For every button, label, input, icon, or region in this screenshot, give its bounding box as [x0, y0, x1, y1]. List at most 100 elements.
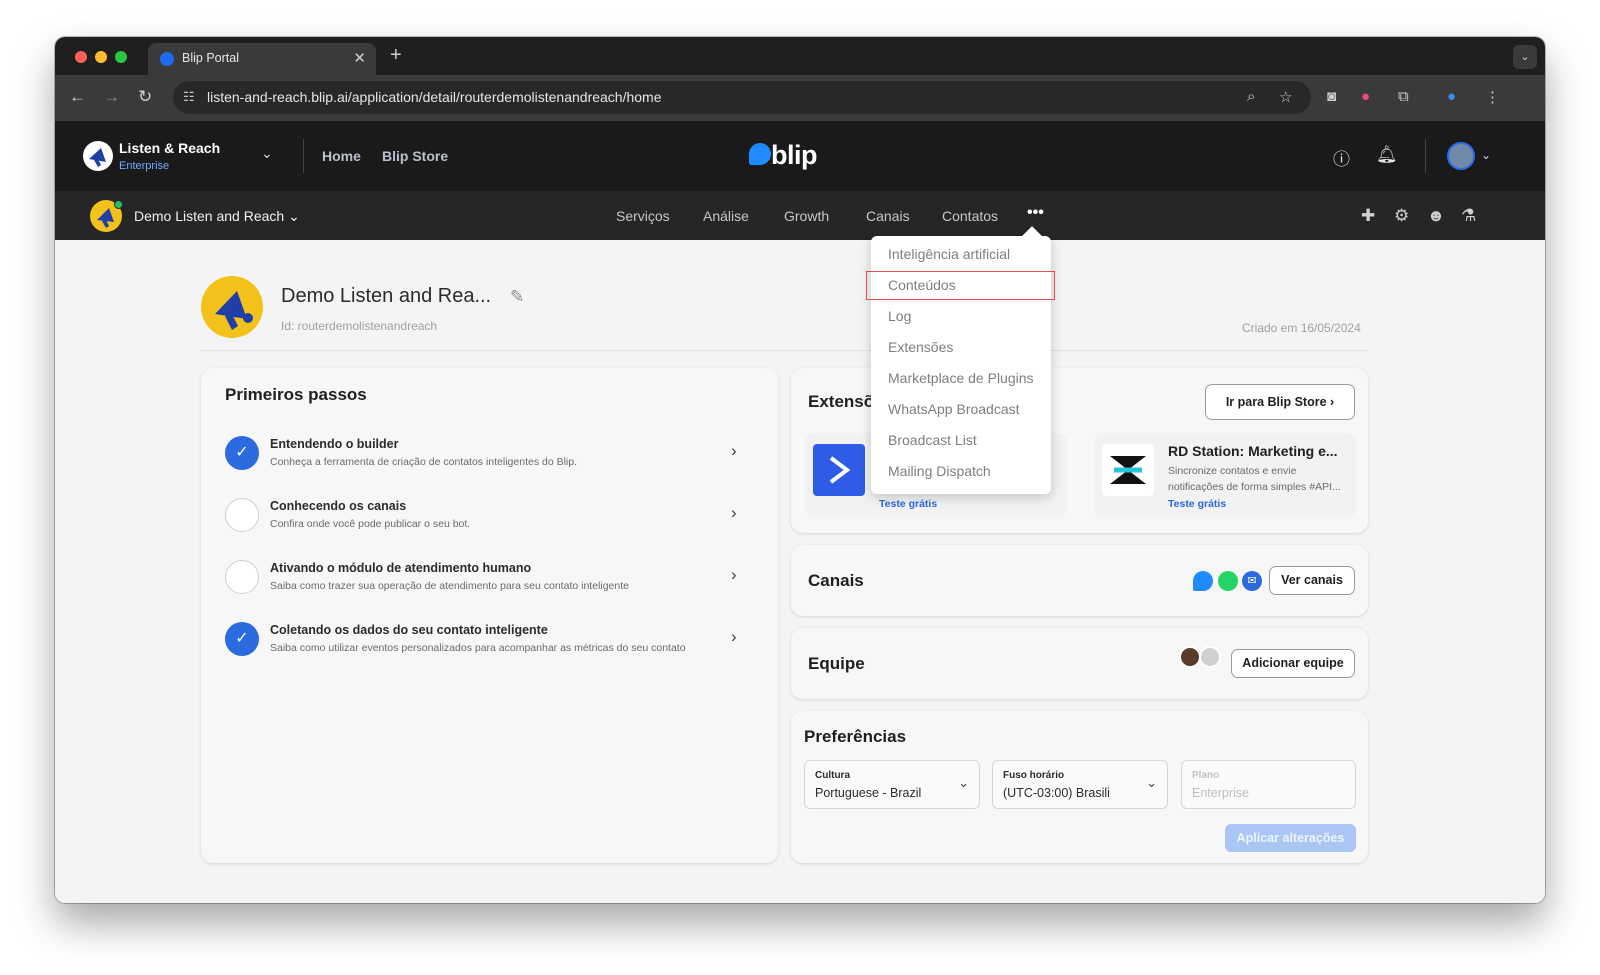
free-trial-link[interactable]: Teste grátis — [1168, 498, 1226, 510]
plan-field: Plano Enterprise — [1181, 760, 1356, 809]
blip-favicon-icon — [160, 52, 174, 66]
url-text[interactable]: listen-and-reach.blip.ai/application/det… — [207, 89, 662, 105]
step-title: Entendendo o builder — [270, 437, 399, 451]
plan-label: Plano — [1192, 770, 1220, 781]
tab-search-button[interactable]: ⌄ — [1513, 45, 1537, 69]
team-icon[interactable]: ☻ — [1427, 206, 1445, 226]
extension-item[interactable]: RD Station: Marketing e... Sincronize co… — [1094, 433, 1356, 517]
step-description: Confira onde você pode publicar o seu bo… — [270, 518, 471, 530]
blip-header: Listen & Reach Enterprise ⌄ Home Blip St… — [55, 121, 1545, 191]
tab-close-icon[interactable]: ✕ — [353, 49, 366, 67]
nav-servicos[interactable]: Serviços — [616, 208, 670, 224]
menu-item-mailing-dispatch[interactable]: Mailing Dispatch — [888, 463, 991, 479]
whatsapp-icon — [1218, 571, 1238, 591]
browser-window: Blip Portal ✕ + ⌄ ← → ↻ ☷ listen-and-rea… — [55, 37, 1545, 903]
add-team-button[interactable]: Adicionar equipe — [1231, 649, 1355, 678]
gear-icon[interactable]: ⚙ — [1394, 206, 1409, 226]
org-name[interactable]: Listen & Reach — [119, 140, 220, 156]
go-to-blip-store-button[interactable]: Ir para Blip Store › — [1205, 384, 1355, 420]
empty-circle-icon — [225, 560, 259, 594]
bot-id: Id: routerdemolistenandreach — [281, 319, 438, 333]
culture-value: Portuguese - Brazil — [815, 786, 922, 800]
user-chevron-down-icon[interactable]: ⌄ — [1481, 148, 1491, 162]
step-title: Coletando os dados do seu contato inteli… — [270, 623, 548, 637]
bell-icon[interactable]: 🔔︎ — [1376, 145, 1398, 165]
view-channels-button[interactable]: Ver canais — [1269, 566, 1355, 595]
extensions-puzzle-icon[interactable]: ⧉ — [1398, 88, 1409, 105]
free-trial-link[interactable]: Teste grátis — [879, 498, 937, 510]
divider — [201, 350, 1369, 351]
nav-canais[interactable]: Canais — [866, 208, 910, 224]
help-icon[interactable]: ⓘ — [1333, 145, 1350, 170]
menu-item-marketplace-plugins[interactable]: Marketplace de Plugins — [888, 370, 1034, 386]
chevron-right-icon[interactable]: › — [731, 441, 737, 461]
team-title: Equipe — [808, 654, 865, 673]
new-tab-button[interactable]: + — [390, 44, 402, 67]
chevron-down-icon: ⌄ — [958, 775, 969, 790]
chevron-down-icon[interactable]: ⌄ — [261, 145, 273, 162]
camera-extension-icon[interactable]: ◙ — [1327, 88, 1336, 105]
check-icon: ✓ — [225, 436, 259, 470]
zoom-icon[interactable]: ⌕ — [1247, 88, 1255, 105]
email-icon: ✉ — [1242, 571, 1262, 591]
puzzle-icon[interactable]: ✚ — [1361, 206, 1375, 226]
pencil-icon[interactable]: ✎ — [510, 287, 524, 307]
menu-item-inteligencia-artificial[interactable]: Inteligência artificial — [888, 246, 1010, 262]
org-plan: Enterprise — [119, 160, 170, 172]
arrow-logo-icon — [829, 456, 851, 484]
close-window-button[interactable] — [75, 51, 87, 63]
highlight-box — [866, 271, 1055, 300]
bookmark-star-icon[interactable]: ☆ — [1279, 88, 1292, 106]
maximize-window-button[interactable] — [115, 51, 127, 63]
more-options-button[interactable]: ••• — [1027, 204, 1044, 222]
chevron-right-icon[interactable]: › — [731, 503, 737, 523]
step-description: Conheça a ferramenta de criação de conta… — [270, 456, 578, 468]
chevron-right-icon[interactable]: › — [731, 627, 737, 647]
menu-item-log[interactable]: Log — [888, 308, 911, 324]
bot-name: Demo Listen and Reach — [134, 208, 285, 224]
tab-strip: Blip Portal ✕ + ⌄ — [55, 37, 1545, 75]
step-description: Saiba como utilizar eventos personalizad… — [270, 642, 686, 654]
step-item[interactable]: Ativando o módulo de atendimento humano … — [201, 549, 778, 609]
site-settings-icon[interactable]: ☷ — [183, 89, 195, 105]
main-content: Demo Listen and Rea... ✎ Id: routerdemol… — [55, 240, 1545, 903]
user-avatar[interactable] — [1447, 142, 1475, 170]
nav-contatos[interactable]: Contatos — [942, 208, 998, 224]
extensions-title: Extensõ — [808, 392, 875, 411]
menu-item-whatsapp-broadcast[interactable]: WhatsApp Broadcast — [888, 401, 1020, 417]
browser-tab[interactable]: Blip Portal ✕ — [148, 43, 376, 75]
step-item[interactable]: Conhecendo os canais Confira onde você p… — [201, 487, 778, 547]
back-arrow-icon[interactable]: ← — [69, 87, 86, 107]
bot-navigation-bar: Demo Listen and Reach ⌄ Serviços Análise… — [55, 191, 1545, 240]
address-bar[interactable]: ☷ listen-and-reach.blip.ai/application/d… — [173, 81, 1311, 114]
reload-icon[interactable]: ↻ — [138, 87, 152, 107]
chevron-down-icon: ⌄ — [1146, 775, 1157, 790]
nav-home[interactable]: Home — [322, 148, 361, 164]
blip-chat-icon — [1193, 571, 1213, 591]
rd-station-logo — [1102, 444, 1154, 496]
menu-item-extensoes[interactable]: Extensões — [888, 339, 953, 355]
blip-logo[interactable]: blip — [771, 140, 818, 171]
chevron-right-icon[interactable]: › — [731, 565, 737, 585]
step-item[interactable]: ✓ Entendendo o builder Conheça a ferrame… — [201, 425, 778, 485]
bot-title: Demo Listen and Rea... — [281, 285, 492, 307]
beta-flask-icon[interactable]: ⚗ — [1461, 206, 1476, 226]
nav-analise[interactable]: Análise — [703, 208, 749, 224]
culture-label: Cultura — [815, 770, 850, 781]
step-item[interactable]: ✓ Coletando os dados do seu contato inte… — [201, 611, 778, 671]
apply-changes-button[interactable]: Aplicar alterações — [1225, 824, 1356, 852]
forward-arrow-icon[interactable]: → — [103, 87, 120, 107]
bot-selector[interactable]: Demo Listen and Reach ⌄ — [134, 208, 300, 225]
org-logo[interactable] — [83, 141, 113, 171]
extension-icon[interactable]: ● — [1361, 88, 1370, 105]
menu-item-broadcast-list[interactable]: Broadcast List — [888, 432, 977, 448]
team-member-avatar — [1199, 646, 1221, 668]
timezone-select[interactable]: Fuso horário (UTC-03:00) Brasili ⌄ — [992, 760, 1168, 809]
culture-select[interactable]: Cultura Portuguese - Brazil ⌄ — [804, 760, 980, 809]
nav-blip-store[interactable]: Blip Store — [382, 148, 448, 164]
minimize-window-button[interactable] — [95, 51, 107, 63]
browser-menu-icon[interactable]: ⋮ — [1485, 88, 1500, 106]
profile-icon[interactable]: ● — [1447, 88, 1456, 105]
nav-growth[interactable]: Growth — [784, 208, 829, 224]
megaphone-icon — [89, 148, 106, 167]
